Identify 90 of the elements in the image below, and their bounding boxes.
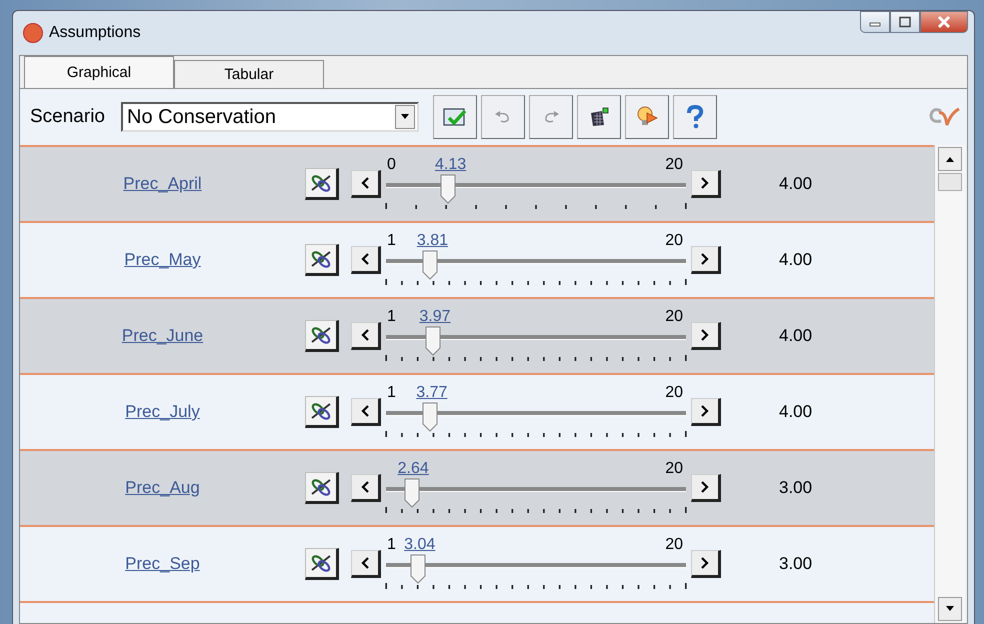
close-icon [936,15,952,29]
value-text: 4.00 [779,326,812,346]
value-text: 4.00 [779,402,812,422]
chain-link-icon[interactable] [305,548,339,580]
slider-thumb[interactable] [424,326,441,356]
variable-link[interactable]: Prec_May [124,250,201,270]
decrease-button[interactable] [351,170,381,198]
help-icon[interactable] [673,95,717,139]
variable-link[interactable]: Prec_April [123,174,202,194]
slider-min-label: 1 [387,384,396,402]
chevron-right-icon [701,405,709,417]
slider-max-label: 20 [665,308,683,326]
decrease-button[interactable] [351,398,381,426]
value-text: 4.00 [779,250,812,270]
dropdown-arrow-icon [400,114,410,120]
checkmark-icon [443,106,467,128]
chevron-right-icon [701,253,709,265]
chevron-left-icon [361,177,369,189]
scrollbar[interactable] [934,145,965,623]
undo-button[interactable] [481,95,525,139]
close-button[interactable] [920,11,968,33]
redo-button[interactable] [529,95,573,139]
tab[interactable]: Graphical [24,56,174,88]
minimize-button[interactable] [860,11,890,33]
slider-min-label: 0 [387,156,396,174]
app-logo-icon [23,23,43,43]
slider-value-link[interactable]: 3.81 [416,232,448,250]
slider-thumb[interactable] [410,554,426,584]
value-text: 4.00 [779,174,812,194]
chevron-left-icon [361,329,369,341]
maximize-icon [898,16,912,28]
decrease-button[interactable] [351,474,381,502]
slider-max-label: 20 [665,156,683,174]
chain-link-icon[interactable] [305,396,339,428]
increase-button[interactable] [691,322,721,350]
slider-value-link[interactable]: 3.77 [416,384,448,402]
chevron-left-icon [361,253,369,265]
slider-value-link[interactable]: 3.97 [419,308,450,326]
chain-link-icon[interactable] [305,168,339,200]
slider-max-label: 20 [665,384,683,402]
increase-button[interactable] [691,474,721,502]
slider-thumb[interactable] [440,174,456,204]
slider-max-label: 20 [665,536,683,554]
slider-value-link[interactable]: 2.64 [398,460,429,478]
value-text: 3.00 [779,554,812,574]
chevron-left-icon [361,405,369,417]
chevron-right-icon [701,557,709,569]
chevron-right-icon [701,481,709,493]
slider-thumb[interactable] [422,402,438,432]
scroll-up-button[interactable] [938,147,962,171]
chevron-left-icon [361,481,369,493]
chain-link-icon[interactable] [305,244,339,276]
scenario-dropdown[interactable]: No Conservation [121,102,419,132]
chain-link-icon[interactable] [305,472,339,504]
down-arrow-icon [945,606,955,612]
window-title: Assumptions [49,24,141,42]
decrease-button[interactable] [351,322,381,350]
variable-link[interactable]: Prec_July [125,402,200,422]
slider-min-label: 1 [387,232,396,250]
grid-icon[interactable] [577,95,621,139]
increase-button[interactable] [691,550,721,578]
lightbulb-icon[interactable] [625,95,669,139]
apply-button[interactable] [433,95,477,139]
variable-link[interactable]: Prec_Aug [125,478,200,498]
decrease-button[interactable] [351,550,381,578]
value-text: 3.00 [779,478,812,498]
increase-button[interactable] [691,246,721,274]
slider-value-link[interactable]: 3.04 [404,536,436,554]
slider-thumb[interactable] [404,478,420,508]
chevron-right-icon [701,177,709,189]
decrease-button[interactable] [351,246,381,274]
slider-min-label: 1 [387,536,396,554]
variable-link[interactable]: Prec_Sep [125,554,200,574]
increase-button[interactable] [691,170,721,198]
chevron-left-icon [361,557,369,569]
maximize-button[interactable] [890,11,920,33]
variable-link[interactable]: Prec_June [122,326,204,346]
slider-max-label: 20 [665,232,683,250]
slider-max-label: 20 [665,460,683,478]
chain-link-icon[interactable] [305,320,339,352]
scroll-down-button[interactable] [938,597,962,621]
tab[interactable]: Tabular [174,60,324,88]
up-arrow-icon [945,156,955,162]
increase-button[interactable] [691,398,721,426]
slider-thumb[interactable] [422,250,438,280]
scenario-label: Scenario [30,106,105,128]
slider-value-link[interactable]: 4.13 [435,156,466,174]
chevron-right-icon [701,329,709,341]
slider-min-label: 1 [387,308,396,326]
scroll-thumb[interactable] [938,173,962,191]
